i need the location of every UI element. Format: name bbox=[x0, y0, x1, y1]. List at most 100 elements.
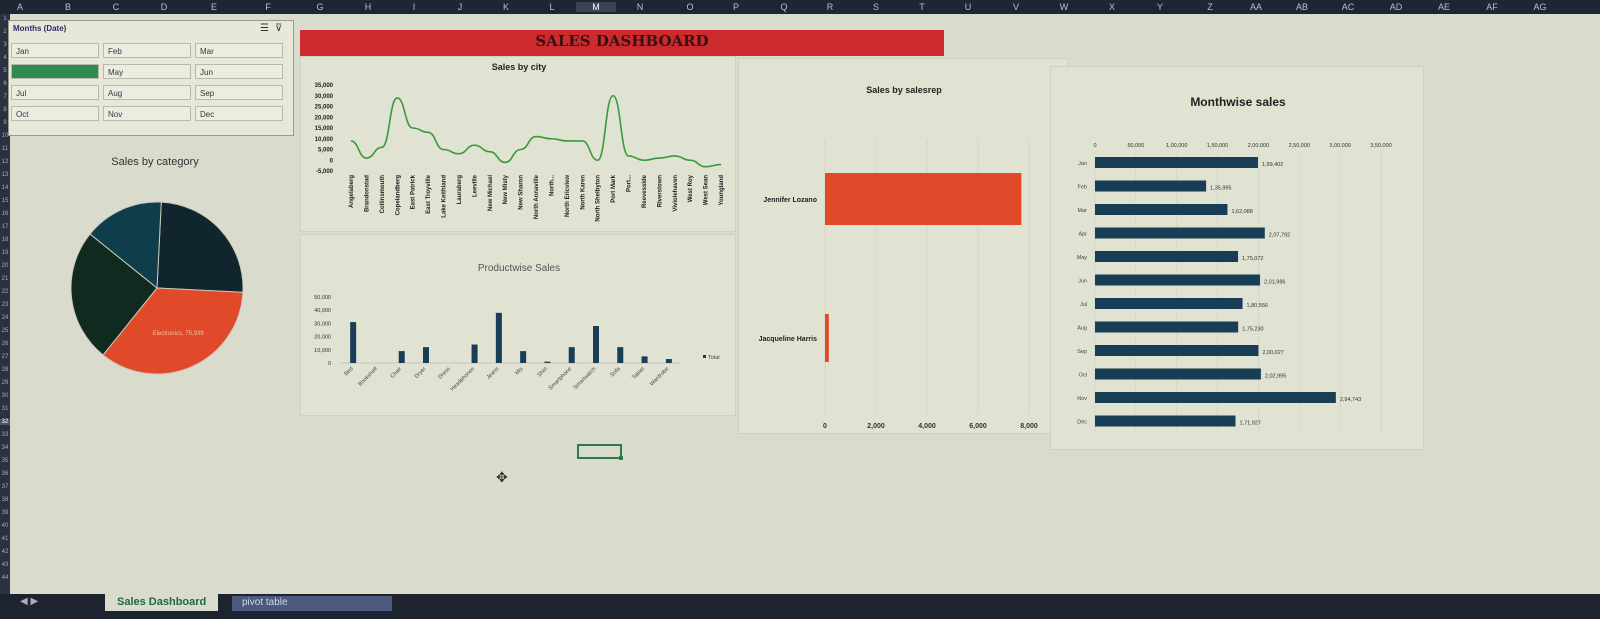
row-header-34[interactable]: 34 bbox=[0, 445, 10, 451]
row-header-31[interactable]: 31 bbox=[0, 406, 10, 412]
row-header-14[interactable]: 14 bbox=[0, 185, 10, 191]
row-header-11[interactable]: 11 bbox=[0, 146, 10, 152]
row-header-18[interactable]: 18 bbox=[0, 237, 10, 243]
row-header-38[interactable]: 38 bbox=[0, 497, 10, 503]
data-label: 1,71,927 bbox=[1239, 421, 1260, 427]
row-header-25[interactable]: 25 bbox=[0, 328, 10, 334]
column-header-w[interactable]: W bbox=[1044, 2, 1084, 12]
row-header-40[interactable]: 40 bbox=[0, 523, 10, 529]
column-header-h[interactable]: H bbox=[348, 2, 388, 12]
column-header-z[interactable]: Z bbox=[1190, 2, 1230, 12]
row-header-13[interactable]: 13 bbox=[0, 172, 10, 178]
data-label: 2,94,743 bbox=[1340, 397, 1361, 403]
column-header-i[interactable]: I bbox=[394, 2, 434, 12]
column-header-b[interactable]: B bbox=[48, 2, 88, 12]
y-tick-label: 10,000 bbox=[315, 137, 334, 143]
row-header-15[interactable]: 15 bbox=[0, 198, 10, 204]
row-header-22[interactable]: 22 bbox=[0, 289, 10, 295]
column-header-k[interactable]: K bbox=[486, 2, 526, 12]
column-header-ag[interactable]: AG bbox=[1520, 2, 1560, 12]
column-header-e[interactable]: E bbox=[194, 2, 234, 12]
column-header-t[interactable]: T bbox=[902, 2, 942, 12]
y-tick-label: -5,000 bbox=[316, 169, 334, 175]
slicer-month-nov[interactable]: Nov bbox=[103, 106, 191, 121]
row-header-19[interactable]: 19 bbox=[0, 250, 10, 256]
row-header-39[interactable]: 39 bbox=[0, 510, 10, 516]
column-header-o[interactable]: O bbox=[670, 2, 710, 12]
row-header-33[interactable]: 33 bbox=[0, 432, 10, 438]
column-header-ab[interactable]: AB bbox=[1282, 2, 1322, 12]
sheet-tab-pivot-table[interactable]: pivot table bbox=[232, 596, 392, 611]
column-header-aa[interactable]: AA bbox=[1236, 2, 1276, 12]
row-header-41[interactable]: 41 bbox=[0, 536, 10, 542]
row-header-36[interactable]: 36 bbox=[0, 471, 10, 477]
row-header-37[interactable]: 37 bbox=[0, 484, 10, 490]
row-header-44[interactable]: 44 bbox=[0, 575, 10, 581]
product-bar bbox=[641, 356, 648, 363]
row-header-21[interactable]: 21 bbox=[0, 276, 10, 282]
monthwise-chart-panel[interactable]: Monthwise sales 0 50,000 1,00,000 1,50,000 2… bbox=[1050, 66, 1424, 450]
slicer-month-oct[interactable]: Oct bbox=[11, 106, 99, 121]
product-chart-panel[interactable]: Productwise Sales 50,000 40,000 30,000 20,0… bbox=[300, 234, 736, 416]
category-chart-panel[interactable]: Sales by category Electronics, 75,939 bbox=[12, 140, 298, 402]
column-header-s[interactable]: S bbox=[856, 2, 896, 12]
column-header-p[interactable]: P bbox=[716, 2, 756, 12]
slicer-month-sep[interactable]: Sep bbox=[195, 85, 283, 100]
column-header-q[interactable]: Q bbox=[764, 2, 804, 12]
column-header-ae[interactable]: AE bbox=[1424, 2, 1464, 12]
slicer-month-feb[interactable]: Feb bbox=[103, 43, 191, 58]
row-header-23[interactable]: 23 bbox=[0, 302, 10, 308]
column-header-y[interactable]: Y bbox=[1140, 2, 1180, 12]
column-header-d[interactable]: D bbox=[144, 2, 184, 12]
row-header-20[interactable]: 20 bbox=[0, 263, 10, 269]
slicer-month-aug[interactable]: Aug bbox=[103, 85, 191, 100]
column-header-c[interactable]: C bbox=[96, 2, 136, 12]
column-header-n[interactable]: N bbox=[620, 2, 660, 12]
sheet-nav-arrows-icon[interactable]: ◀ ▶ bbox=[20, 596, 38, 607]
months-slicer[interactable]: Months (Date) ☰ ⊽ Jan Feb Mar Apr May Jun Jul A… bbox=[8, 20, 294, 136]
slicer-month-apr[interactable]: Apr bbox=[11, 64, 99, 79]
x-tick-label: Riverstown bbox=[657, 175, 663, 208]
row-header-17[interactable]: 17 bbox=[0, 224, 10, 230]
column-header-af[interactable]: AF bbox=[1472, 2, 1512, 12]
row-header-42[interactable]: 42 bbox=[0, 549, 10, 555]
active-cell-selection[interactable] bbox=[577, 444, 623, 460]
row-header-28[interactable]: 28 bbox=[0, 367, 10, 373]
row-header-24[interactable]: 24 bbox=[0, 315, 10, 321]
clear-filter-icon[interactable]: ⊽ bbox=[275, 23, 282, 34]
column-header-x[interactable]: X bbox=[1092, 2, 1132, 12]
row-header-29[interactable]: 29 bbox=[0, 380, 10, 386]
row-header-35[interactable]: 35 bbox=[0, 458, 10, 464]
column-header-m[interactable]: M bbox=[576, 2, 616, 12]
column-header-j[interactable]: J bbox=[440, 2, 480, 12]
row-header-26[interactable]: 26 bbox=[0, 341, 10, 347]
pie-data-label: Electronics, 75,939 bbox=[153, 331, 205, 337]
row-header-32[interactable]: 32 bbox=[0, 419, 10, 425]
slicer-month-jun[interactable]: Jun bbox=[195, 64, 283, 79]
slicer-month-dec[interactable]: Dec bbox=[195, 106, 283, 121]
column-header-ad[interactable]: AD bbox=[1376, 2, 1416, 12]
column-header-l[interactable]: L bbox=[532, 2, 572, 12]
row-header-12[interactable]: 12 bbox=[0, 159, 10, 165]
month-bar bbox=[1095, 227, 1265, 239]
column-header-f[interactable]: F bbox=[248, 2, 288, 12]
slicer-month-jul[interactable]: Jul bbox=[11, 85, 99, 100]
multi-select-icon[interactable]: ☰ bbox=[260, 23, 269, 34]
column-header-g[interactable]: G bbox=[300, 2, 340, 12]
row-header-16[interactable]: 16 bbox=[0, 211, 10, 217]
slicer-month-may[interactable]: May bbox=[103, 64, 191, 79]
column-header-a[interactable]: A bbox=[0, 2, 40, 12]
city-chart-panel[interactable]: Sales by city 35,000 30,000 25,000 20,000 15… bbox=[300, 56, 736, 232]
slicer-month-jan[interactable]: Jan bbox=[11, 43, 99, 58]
row-header-30[interactable]: 30 bbox=[0, 393, 10, 399]
column-header-v[interactable]: V bbox=[996, 2, 1036, 12]
column-header-r[interactable]: R bbox=[810, 2, 850, 12]
row-header-27[interactable]: 27 bbox=[0, 354, 10, 360]
column-header-u[interactable]: U bbox=[948, 2, 988, 12]
row-header-43[interactable]: 43 bbox=[0, 562, 10, 568]
x-tick-label: 2,000 bbox=[867, 423, 885, 430]
slicer-month-mar[interactable]: Mar bbox=[195, 43, 283, 58]
salesrep-chart-panel[interactable]: Sales by salesrep 0 2,000 4,000 6,000 8,000 J… bbox=[738, 58, 1068, 434]
column-header-ac[interactable]: AC bbox=[1328, 2, 1368, 12]
sheet-tab-sales-dashboard[interactable]: Sales Dashboard bbox=[105, 594, 219, 611]
